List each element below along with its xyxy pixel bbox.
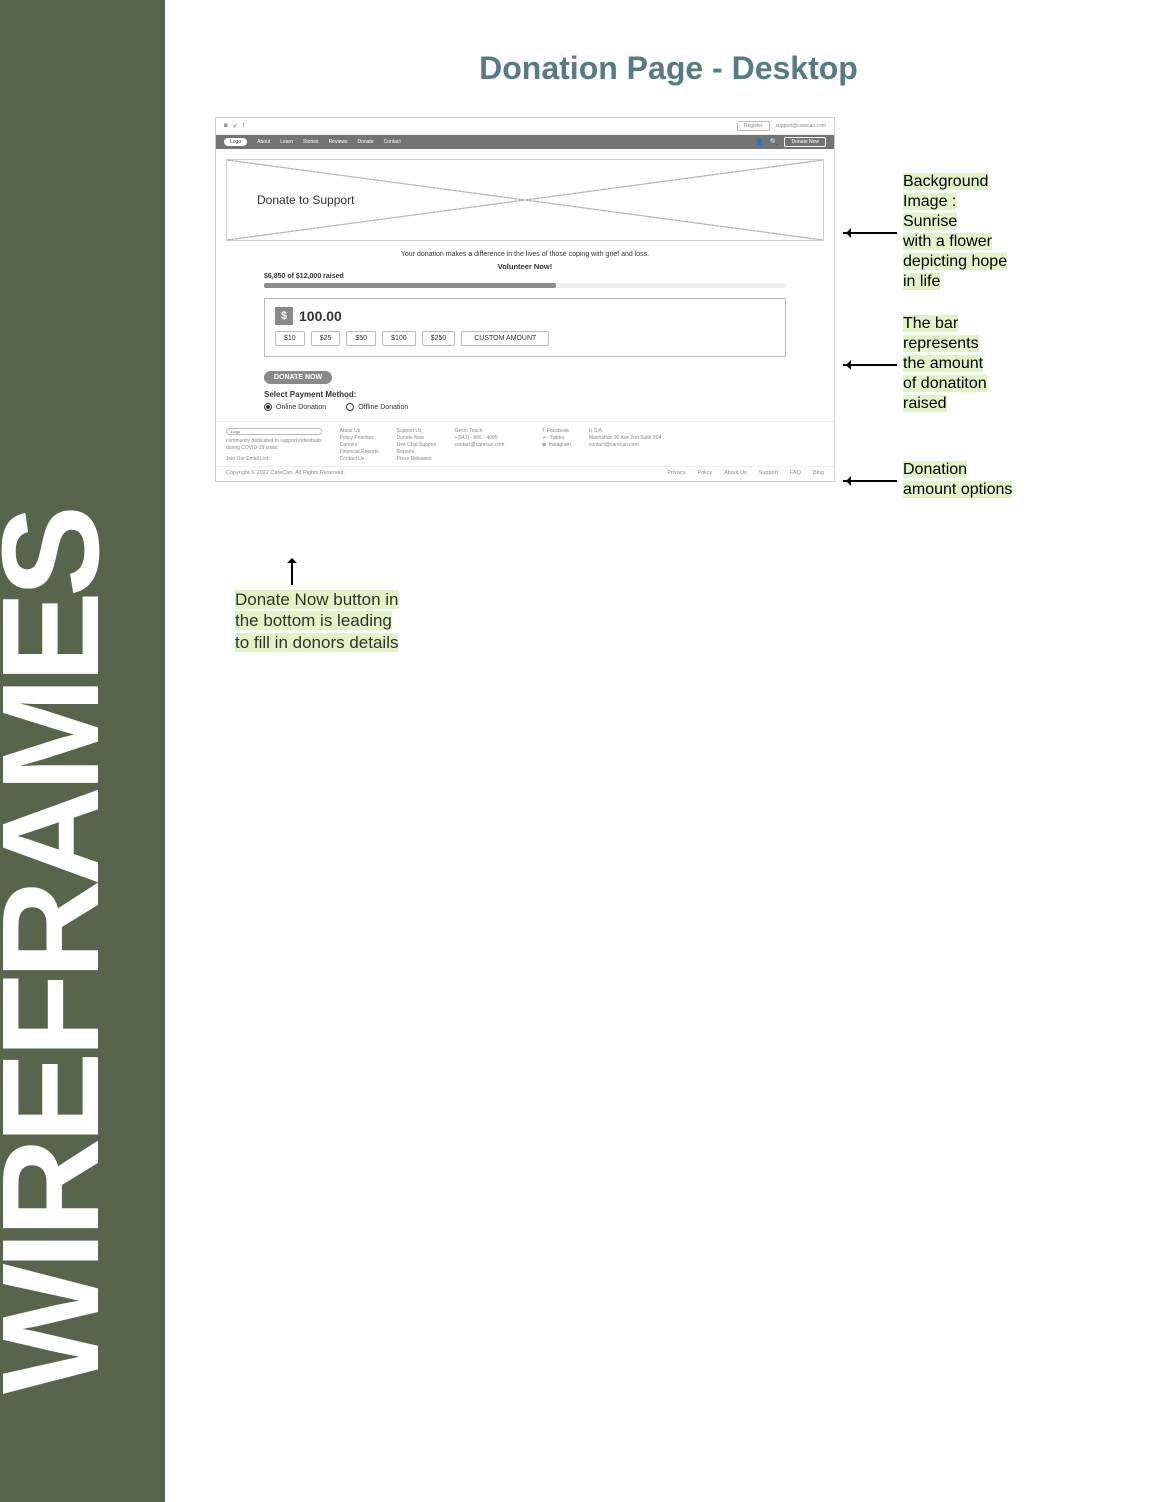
- footer-bottom-link[interactable]: Privacy: [667, 470, 685, 476]
- payment-method-group: Online Donation Offline Donation: [264, 403, 786, 411]
- annotations: Background Image : Sunrise with a flower…: [843, 117, 1023, 515]
- footer-social[interactable]: ◙ Instagram: [543, 442, 571, 448]
- arrow-up-icon: [285, 555, 299, 585]
- amount-box: $ 100.00 $10 $25 $50 $100 $250 CUSTOM AM…: [264, 298, 786, 357]
- preset-button[interactable]: $250: [422, 331, 456, 346]
- raised-label: $6,850 of $12,000 raised: [216, 273, 834, 280]
- volunteer-link[interactable]: Volunteer Now!: [216, 262, 834, 271]
- nav-item[interactable]: About: [257, 139, 270, 145]
- nav-item[interactable]: Donate: [357, 139, 373, 145]
- hero-image-placeholder: Donate to Support: [226, 159, 824, 241]
- nav-item[interactable]: Learn: [280, 139, 293, 145]
- radio-selected-icon: [264, 403, 272, 411]
- nav-item[interactable]: Reviews: [329, 139, 348, 145]
- user-icon[interactable]: 👤: [755, 138, 764, 146]
- preset-button[interactable]: $50: [346, 331, 376, 346]
- sidebar: WIREFRAMES: [0, 0, 165, 1502]
- amount-input[interactable]: 100.00: [299, 308, 342, 324]
- footer-link[interactable]: Financial Reports: [340, 449, 379, 455]
- page-title: Donation Page - Desktop: [215, 50, 1122, 87]
- footer-link[interactable]: Policy Priorities: [340, 435, 379, 441]
- annotation-donation: Donation amount options: [903, 461, 1012, 501]
- facebook-icon[interactable]: f: [243, 123, 245, 130]
- footer-columns: Logo community dedicated to support indi…: [216, 421, 834, 466]
- footer-contact-title: Get in Touch: [455, 428, 525, 434]
- sidebar-label: WIREFRAMES: [0, 511, 131, 1394]
- arrow-left-icon: [843, 358, 903, 372]
- arrow-left-icon: [843, 226, 903, 240]
- nav-donate-button[interactable]: Donate Now: [784, 137, 826, 147]
- donation-subtext: Your donation makes a difference in the …: [216, 251, 834, 258]
- preset-button[interactable]: $100: [382, 331, 416, 346]
- footer-bottom: Copyright © 2022 CareCan. All Rights Res…: [216, 466, 834, 481]
- footer-tagline: during COVID-19 crisis.: [226, 445, 322, 451]
- footer-link[interactable]: Support Us: [397, 428, 437, 434]
- footer-logo[interactable]: Logo: [226, 428, 322, 435]
- donate-now-button[interactable]: DONATE NOW: [264, 371, 332, 384]
- nav-bar: Logo About Learn Stories Reviews Donate …: [216, 135, 834, 149]
- nav-item[interactable]: Stories: [303, 139, 319, 145]
- online-donation-radio[interactable]: Online Donation: [264, 403, 326, 411]
- footer-link[interactable]: Live Chat Support: [397, 442, 437, 448]
- hero-title: Donate to Support: [257, 193, 354, 207]
- search-icon[interactable]: 🔍: [770, 138, 779, 146]
- preset-button[interactable]: $25: [311, 331, 341, 346]
- preset-button[interactable]: $10: [275, 331, 305, 346]
- twitter-icon[interactable]: ✔: [233, 123, 238, 130]
- logo[interactable]: Logo: [224, 138, 247, 146]
- footer-link[interactable]: Careers: [340, 442, 379, 448]
- footer-link[interactable]: About Us: [340, 428, 379, 434]
- copyright: Copyright © 2022 CareCan. All Rights Res…: [226, 470, 345, 476]
- footer-link[interactable]: Donate Now: [397, 435, 437, 441]
- radio-unselected-icon: [346, 403, 354, 411]
- footer-bottom-link[interactable]: About Us: [724, 470, 747, 476]
- nav-item[interactable]: Contact: [384, 139, 401, 145]
- footer-link[interactable]: Reports: [397, 449, 437, 455]
- footer-bottom-link[interactable]: Policy: [697, 470, 712, 476]
- offline-donation-radio[interactable]: Offline Donation: [346, 403, 408, 411]
- annotation-bar: The bar represents the amount of donatit…: [903, 315, 987, 415]
- progress-bar: [264, 283, 786, 288]
- radio-label: Online Donation: [276, 404, 326, 411]
- custom-amount-button[interactable]: CUSTOM AMOUNT: [461, 331, 549, 346]
- footer-addr: U.S.A.: [589, 428, 661, 434]
- footer-addr: Manhattan 90 Ave 2nd Suite 304: [589, 435, 661, 441]
- footer-addr: contact@carecan.com: [589, 442, 661, 448]
- progress-fill: [264, 283, 556, 288]
- footer-email: contact@carecan.com: [455, 442, 525, 448]
- annotation-bottom: Donate Now button in the bottom is leadi…: [235, 555, 535, 653]
- footer-social[interactable]: f Facebook: [543, 428, 571, 434]
- register-button[interactable]: Register: [737, 121, 770, 131]
- support-email: support@carecan.com: [776, 123, 826, 129]
- annotation-bg: Background Image : Sunrise with a flower…: [903, 173, 1007, 293]
- footer-link[interactable]: Contact Us: [340, 456, 379, 462]
- dollar-icon: $: [275, 307, 293, 325]
- footer-bottom-link[interactable]: Blog: [813, 470, 824, 476]
- footer-phone: +(941) - 866 - 4695: [455, 435, 525, 441]
- footer-email-list[interactable]: Join Our Email List: [226, 456, 322, 462]
- footer-tagline: community dedicated to support individua…: [226, 438, 322, 444]
- page: Donation Page - Desktop ◙ ✔ f Register s…: [165, 0, 1162, 693]
- footer-social[interactable]: ✔ Twitter: [543, 435, 571, 441]
- arrow-left-icon: [843, 474, 903, 488]
- nav-links: About Learn Stories Reviews Donate Conta…: [257, 139, 401, 145]
- footer-bottom-link[interactable]: FAQ: [790, 470, 801, 476]
- radio-label: Offline Donation: [358, 404, 408, 411]
- camera-icon[interactable]: ◙: [224, 123, 228, 130]
- footer-link[interactable]: Press Releases: [397, 456, 437, 462]
- footer-bottom-link[interactable]: Support: [759, 470, 778, 476]
- payment-method-label: Select Payment Method:: [264, 390, 786, 399]
- wireframe-frame: ◙ ✔ f Register support@carecan.com Logo …: [215, 117, 835, 482]
- utility-bar: ◙ ✔ f Register support@carecan.com: [216, 118, 834, 135]
- preset-row: $10 $25 $50 $100 $250 CUSTOM AMOUNT: [275, 331, 775, 346]
